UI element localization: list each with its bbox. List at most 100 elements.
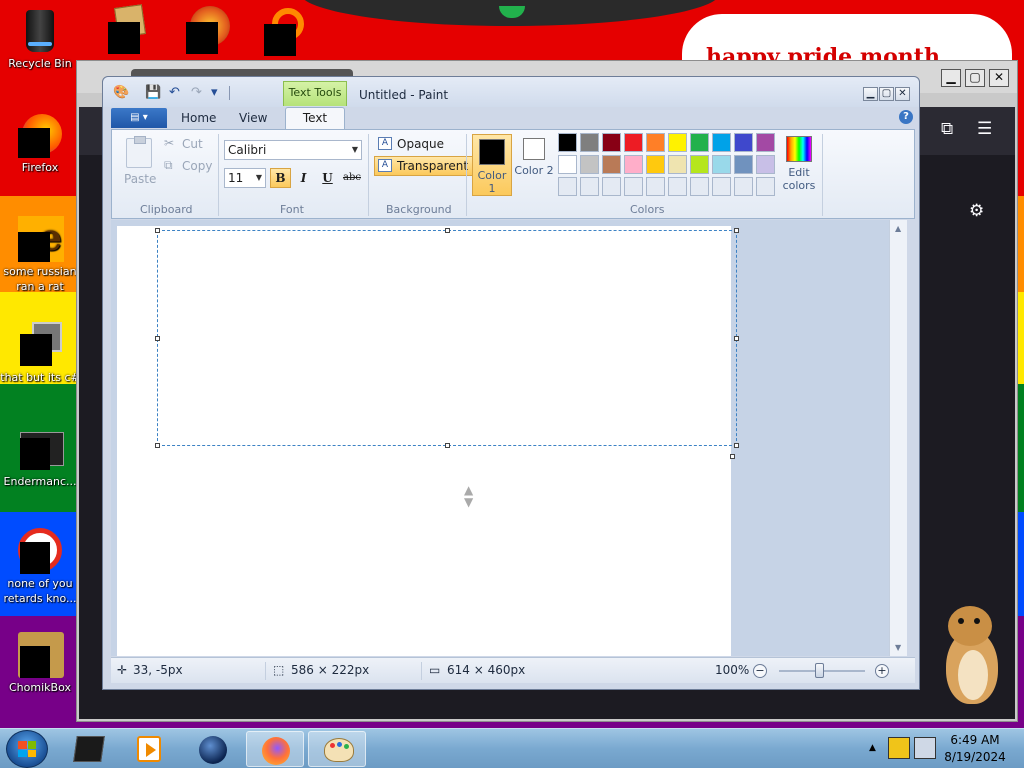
palette-color-swatch[interactable] xyxy=(624,133,643,152)
palette-color-swatch[interactable] xyxy=(602,133,621,152)
palette-color-swatch[interactable] xyxy=(756,133,775,152)
drawing-canvas[interactable]: ▲ ▼ xyxy=(117,226,739,656)
cut-button[interactable]: ✂ Cut xyxy=(164,136,212,154)
underline-button[interactable]: U xyxy=(317,168,338,188)
palette-color-swatch[interactable] xyxy=(558,133,577,152)
desktop-icon-chomikbox[interactable]: ChomikBox xyxy=(0,630,80,695)
palette-color-swatch[interactable] xyxy=(668,177,687,196)
taskbar-item-app1[interactable] xyxy=(60,731,118,767)
tab-text[interactable]: Text xyxy=(285,107,345,130)
palette-color-swatch[interactable] xyxy=(624,177,643,196)
zoom-slider-thumb[interactable] xyxy=(815,663,824,678)
taskbar-item-globe[interactable] xyxy=(184,731,242,767)
palette-color-swatch[interactable] xyxy=(668,155,687,174)
copy-button[interactable]: ⧉ Copy xyxy=(164,158,216,176)
resize-handle[interactable] xyxy=(155,336,160,341)
palette-color-swatch[interactable] xyxy=(756,177,775,196)
palette-color-swatch[interactable] xyxy=(756,155,775,174)
zoom-in-button[interactable]: + xyxy=(875,664,889,678)
paint-app-icon[interactable]: 🎨 xyxy=(113,85,129,100)
palette-color-swatch[interactable] xyxy=(624,155,643,174)
scroll-up-icon[interactable]: ▲ xyxy=(895,224,901,233)
tab-view[interactable]: View xyxy=(239,111,267,125)
resize-handle[interactable] xyxy=(445,228,450,233)
resize-handle[interactable] xyxy=(734,336,739,341)
restore-button[interactable]: ▢ xyxy=(879,87,894,101)
system-clock[interactable]: 6:49 AM 8/19/2024 xyxy=(940,732,1010,766)
redo-icon[interactable]: ↷ xyxy=(191,85,202,100)
close-button[interactable]: ✕ xyxy=(895,87,910,101)
palette-color-swatch[interactable] xyxy=(646,177,665,196)
palette-color-swatch[interactable] xyxy=(580,133,599,152)
resize-handle[interactable] xyxy=(155,443,160,448)
save-icon[interactable]: 💾 xyxy=(145,85,161,100)
start-button[interactable] xyxy=(6,730,48,768)
palette-color-swatch[interactable] xyxy=(712,155,731,174)
font-family-select[interactable]: Calibri ▼ xyxy=(224,140,362,160)
resize-handle[interactable] xyxy=(734,228,739,233)
undo-icon[interactable]: ↶ xyxy=(169,85,180,100)
scroll-down-icon[interactable]: ▼ xyxy=(895,643,901,652)
desktop-icon-recycle-bin[interactable]: Recycle Bin xyxy=(0,6,80,71)
paste-button[interactable]: Paste xyxy=(112,130,166,194)
opaque-option[interactable]: A Opaque xyxy=(374,134,450,154)
palette-color-swatch[interactable] xyxy=(558,155,577,174)
palette-color-swatch[interactable] xyxy=(602,155,621,174)
hamburger-menu-icon[interactable]: ☰ xyxy=(977,119,992,139)
palette-color-swatch[interactable] xyxy=(690,155,709,174)
browser-minimize-button[interactable]: ▁ xyxy=(941,69,961,87)
desktop-icon-csharp[interactable]: that but its c# xyxy=(0,320,80,385)
resize-handle[interactable] xyxy=(734,443,739,448)
taskbar-item-media-player[interactable] xyxy=(120,731,178,767)
palette-color-swatch[interactable] xyxy=(668,133,687,152)
palette-color-swatch[interactable] xyxy=(734,177,753,196)
paint-menu-button[interactable]: ▤ ▾ xyxy=(111,108,167,128)
palette-color-swatch[interactable] xyxy=(558,177,577,196)
extensions-icon[interactable]: ⧉ xyxy=(941,119,953,139)
tab-home[interactable]: Home xyxy=(181,111,216,125)
help-icon[interactable]: ? xyxy=(899,110,913,124)
palette-color-swatch[interactable] xyxy=(734,133,753,152)
text-selection-box[interactable] xyxy=(155,228,739,448)
vertical-scrollbar[interactable]: ▲ ▼ xyxy=(889,220,907,656)
italic-button[interactable]: I xyxy=(293,168,314,188)
browser-maximize-button[interactable]: ▢ xyxy=(965,69,985,87)
desktop-icon-russian-rat[interactable]: e some russian ran a rat xyxy=(0,214,80,294)
canvas-resize-handle[interactable] xyxy=(730,454,735,459)
palette-color-swatch[interactable] xyxy=(690,133,709,152)
gear-icon[interactable]: ⚙ xyxy=(969,201,984,221)
desktop-icon-none-of-you[interactable]: none of you retards kno... xyxy=(0,526,80,606)
desktop-icon-app3[interactable] xyxy=(240,4,320,56)
browser-close-button[interactable]: ✕ xyxy=(989,69,1009,87)
color2-button[interactable]: Color 2 xyxy=(514,134,554,196)
desktop-icon-firefox[interactable]: Firefox xyxy=(0,110,80,175)
palette-color-swatch[interactable] xyxy=(646,133,665,152)
palette-color-swatch[interactable] xyxy=(690,177,709,196)
palette-color-swatch[interactable] xyxy=(712,177,731,196)
bold-button[interactable]: B xyxy=(270,168,291,188)
desktop-icon-endermanch[interactable]: Endermanc... xyxy=(0,424,80,489)
zoom-out-button[interactable]: − xyxy=(753,664,767,678)
font-size-select[interactable]: 11 ▼ xyxy=(224,168,266,188)
palette-color-swatch[interactable] xyxy=(734,155,753,174)
transparent-option[interactable]: A Transparent xyxy=(374,156,475,176)
resize-handle[interactable] xyxy=(155,228,160,233)
palette-color-swatch[interactable] xyxy=(646,155,665,174)
color1-button[interactable]: Color 1 xyxy=(472,134,512,196)
tray-app-icon[interactable] xyxy=(888,737,910,759)
taskbar-item-paint[interactable] xyxy=(308,731,366,767)
desktop-icon-app1[interactable] xyxy=(86,4,166,54)
network-icon[interactable] xyxy=(914,737,936,759)
taskbar-item-firefox[interactable] xyxy=(246,731,304,767)
show-hidden-icons-button[interactable]: ▲ xyxy=(869,743,876,753)
resize-handle[interactable] xyxy=(445,443,450,448)
strikethrough-button[interactable]: abc xyxy=(340,168,364,188)
palette-color-swatch[interactable] xyxy=(580,177,599,196)
minimize-button[interactable]: ▁ xyxy=(863,87,878,101)
desktop-icon-app2[interactable] xyxy=(164,4,244,54)
palette-color-swatch[interactable] xyxy=(712,133,731,152)
palette-color-swatch[interactable] xyxy=(602,177,621,196)
customize-qat-icon[interactable]: ▾ xyxy=(211,85,218,100)
edit-colors-button[interactable]: Edit colors xyxy=(780,136,818,192)
palette-color-swatch[interactable] xyxy=(580,155,599,174)
